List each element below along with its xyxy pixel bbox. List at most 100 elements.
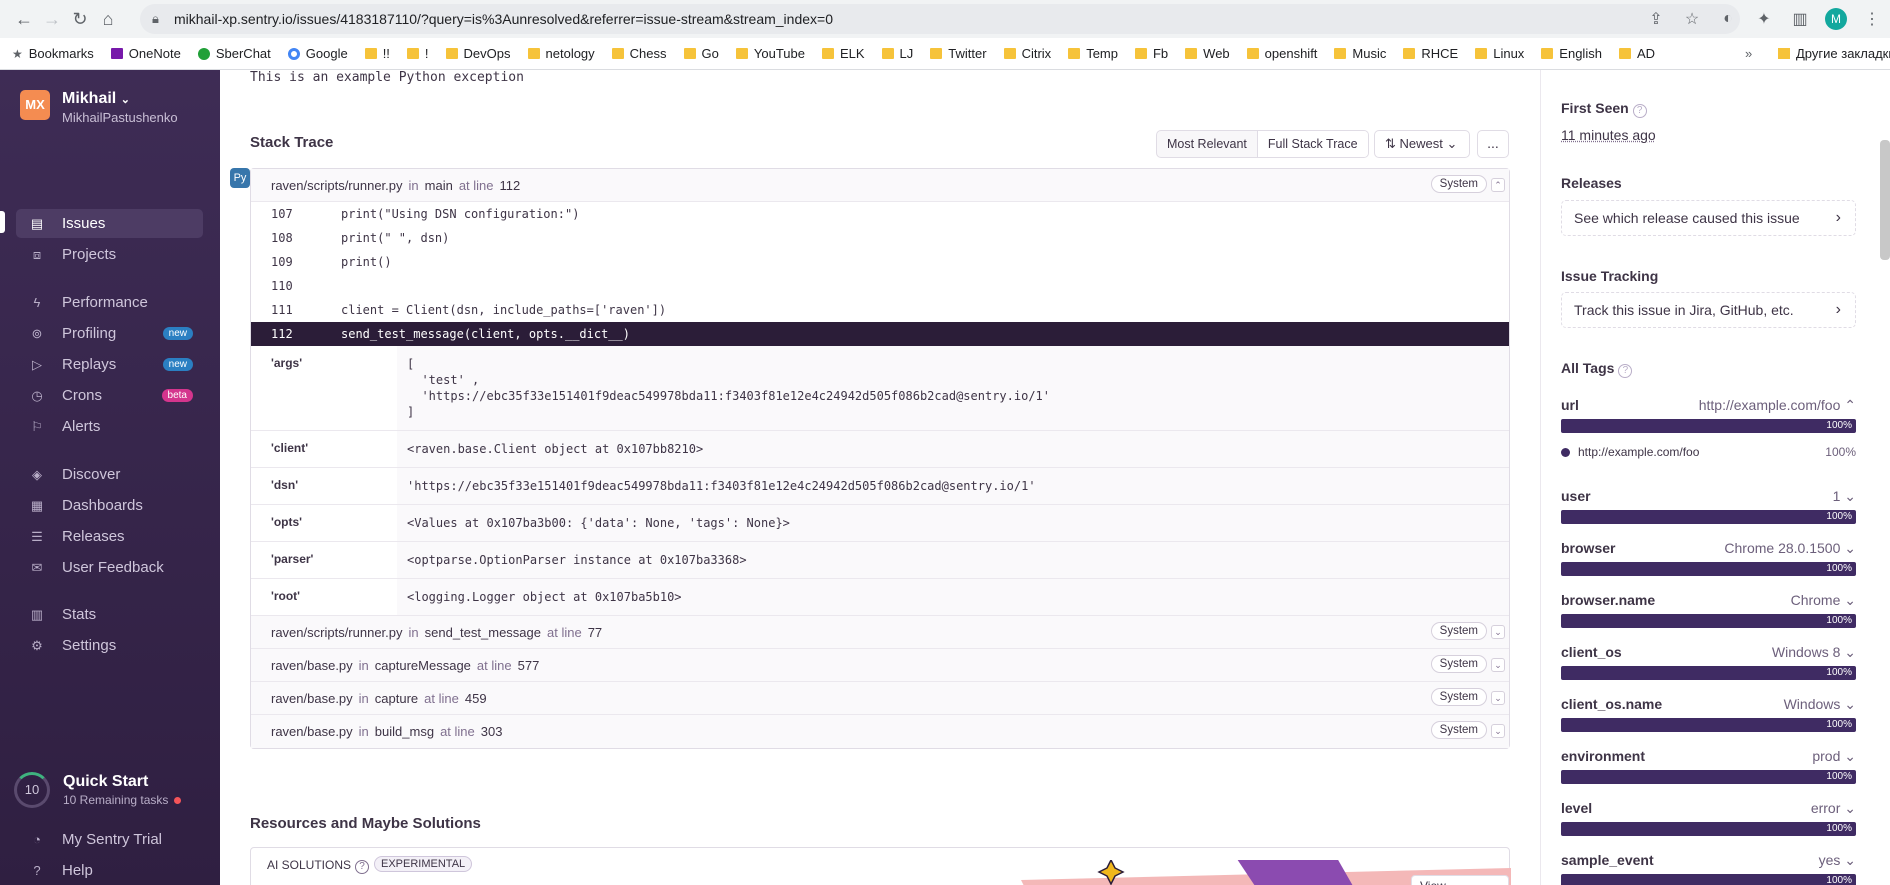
bookmark-folder[interactable]: Twitter [930,46,986,61]
first-seen-value[interactable]: 11 minutes ago [1561,127,1656,143]
bookmark-folder[interactable]: AD [1619,46,1655,61]
bookmark-folder[interactable]: DevOps [446,46,511,61]
frame-header[interactable]: raven/scripts/runner.py in main at line … [251,169,1509,202]
tag-environment[interactable]: environment prod ⌄ 100% [1561,748,1856,764]
profile-avatar[interactable]: M [1825,8,1847,30]
expand-icon[interactable]: ⌄ [1491,658,1505,672]
bookmark-item[interactable]: ★ Bookmarks [12,46,94,61]
bookmark-star-icon[interactable]: ☆ [1674,9,1710,29]
more-bookmarks-icon[interactable]: » [1745,46,1752,61]
bookmark-folder[interactable]: Citrix [1004,46,1052,61]
bookmark-folder[interactable]: Web [1185,46,1230,61]
sidebar-item-replays[interactable]: ▷ Replays new [16,350,203,379]
frame-header[interactable]: raven/scripts/runner.py in send_test_messa… [251,616,1509,649]
issue-tracking-button[interactable]: Track this issue in Jira, GitHub, etc. › [1561,292,1856,328]
quick-start[interactable]: 10 Quick Start 10 Remaining tasks [14,772,181,808]
tag-value-row[interactable]: http://example.com/foo 100% [1561,445,1856,459]
forward-icon[interactable]: → [38,9,66,30]
tag-client-os-name[interactable]: client_os.name Windows ⌄ 100% [1561,696,1856,712]
expand-icon[interactable]: ⌄ [1491,625,1505,639]
more-options-button[interactable]: ... [1477,130,1509,158]
view-suggestion-button[interactable]: View Suggestion [1411,875,1509,885]
home-icon[interactable]: ⌂ [94,9,122,30]
replays-icon: ▷ [28,356,46,374]
expand-icon[interactable]: ⌄ [1491,691,1505,705]
bookmark-folder[interactable]: ! [407,46,429,61]
org-switcher[interactable]: MX Mikhail ⌄ MikhailPastushenko [20,90,178,125]
most-relevant-button[interactable]: Most Relevant [1157,131,1257,157]
bookmark-folder[interactable]: LJ [882,46,914,61]
sidebar-item-performance[interactable]: ϟ Performance [16,288,203,317]
tag-url[interactable]: url http://example.com/foo ⌃ 100% [1561,397,1856,413]
sidebar-item-dashboards[interactable]: ▦ Dashboards [16,491,203,520]
menu-icon[interactable]: ⋮ [1854,9,1890,29]
tag-browser-name[interactable]: browser.name Chrome ⌄ 100% [1561,592,1856,608]
tag-user[interactable]: user 1 ⌄ 100% [1561,488,1856,504]
bookmark-folder[interactable]: !! [365,46,390,61]
help-icon[interactable]: ? [1633,104,1647,118]
full-stack-trace-button[interactable]: Full Stack Trace [1257,131,1368,157]
share-icon[interactable]: ⇪ [1638,9,1674,29]
bookmark-folder[interactable]: YouTube [736,46,805,61]
tag-client-os[interactable]: client_os Windows 8 ⌄ 100% [1561,644,1856,660]
folder-icon [528,48,540,59]
sidebar-item-alerts[interactable]: ⚐ Alerts [16,412,203,441]
bookmark-folder[interactable]: English [1541,46,1602,61]
collapse-icon[interactable]: ⌃ [1491,178,1505,192]
sidepanel-icon[interactable]: ▥ [1782,9,1818,29]
releases-label: Releases [1561,175,1622,191]
folder-icon [365,48,377,59]
folder-icon [1334,48,1346,59]
bookmark-item[interactable]: OneNote [111,46,181,61]
bookmark-folder[interactable]: Go [684,46,719,61]
sort-dropdown[interactable]: ⇅ Newest ⌄ [1374,130,1470,158]
bookmark-folder[interactable]: Linux [1475,46,1524,61]
bookmark-folder[interactable]: openshift [1247,46,1318,61]
other-bookmarks[interactable]: Другие закладки [1778,46,1890,61]
sidebar-item-crons[interactable]: ◷ Crons beta [16,381,203,410]
bookmark-folder[interactable]: Chess [612,46,667,61]
help-icon[interactable]: ? [1618,364,1632,378]
reload-icon[interactable]: ↻ [66,9,94,30]
expand-icon[interactable]: ⌄ [1491,724,1505,738]
crons-icon: ◷ [28,387,46,405]
sidebar-item-settings[interactable]: ⚙ Settings [16,631,203,660]
frame-file: raven/scripts/runner.py [271,178,403,193]
sidebar-item-trial[interactable]: ◔ My Sentry Trial [16,825,203,854]
frame-header[interactable]: raven/base.py in captureMessage at line 577 … [251,649,1509,682]
help-icon[interactable]: ? [355,860,369,874]
bookmark-folder[interactable]: Music [1334,46,1386,61]
address-bar[interactable]: 🔒︎ mikhail-xp.sentry.io/issues/418318711… [140,4,1740,34]
frame-header[interactable]: raven/base.py in build_msg at line 303 Syste… [251,715,1509,748]
bookmark-folder[interactable]: netology [528,46,595,61]
sidebar-item-help[interactable]: ? Help [16,856,203,885]
sidebar-item-issues[interactable]: ▤ Issues [16,209,203,238]
bookmark-folder[interactable]: ELK [822,46,865,61]
sidebar-item-releases[interactable]: ☰ Releases [16,522,203,551]
bookmark-folder[interactable]: Fb [1135,46,1168,61]
stats-icon: ▥ [28,606,46,624]
code-line: 111 client = Client(dsn, include_paths=['… [251,298,1509,322]
feedback-icon: ✉ [28,559,46,577]
back-icon[interactable]: ← [10,9,38,30]
tag-browser[interactable]: browser Chrome 28.0.1500 ⌄ 100% [1561,540,1856,556]
tag-sample-event[interactable]: sample_event yes ⌄ 100% [1561,852,1856,868]
beta-badge: beta [162,389,193,402]
bookmark-folder[interactable]: RHCE [1403,46,1458,61]
folder-icon [1068,48,1080,59]
release-suggestion-button[interactable]: See which release caused this issue › [1561,200,1856,236]
sidebar-item-discover[interactable]: ◈ Discover [16,460,203,489]
frame-header[interactable]: raven/base.py in capture at line 459 System ⌄ [251,682,1509,715]
sidebar-item-projects[interactable]: ⧈ Projects [16,240,203,269]
bookmark-folder[interactable]: Temp [1068,46,1118,61]
bookmark-item[interactable]: Google [288,46,348,61]
puzzle-icon[interactable]: ✦ [1746,9,1782,29]
bookmark-item[interactable]: SberChat [198,46,271,61]
sidebar-item-stats[interactable]: ▥ Stats [16,600,203,629]
tag-level[interactable]: level error ⌄ 100% [1561,800,1856,816]
sidebar-item-profiling[interactable]: ⊚ Profiling new [16,319,203,348]
extension-icon[interactable]: ◐ [1710,10,1746,28]
folder-icon [822,48,834,59]
scrollbar[interactable] [1880,140,1890,260]
sidebar-item-user-feedback[interactable]: ✉ User Feedback [16,553,203,582]
